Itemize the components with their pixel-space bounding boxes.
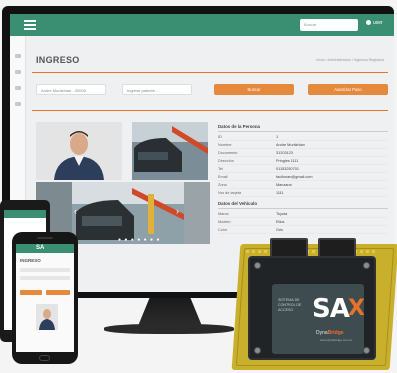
search-button: Buscar: [214, 84, 294, 95]
detail-row: Nro de tarjeta 1111: [218, 189, 388, 197]
detail-value: Etios: [276, 220, 285, 224]
phone-page-title: INGRESO: [20, 258, 41, 263]
detail-value: 01153250701: [276, 167, 299, 171]
monitor-base: [104, 324, 234, 334]
detail-value: 31203123: [276, 151, 293, 155]
carousel-next-image: [184, 182, 210, 244]
sidebar-icon: [15, 54, 21, 58]
sidebar-icon: [15, 86, 21, 90]
sax-logo: SA: [312, 294, 350, 324]
detail-value: Pringles 1111: [276, 159, 299, 163]
detail-value: 1: [276, 135, 279, 139]
detail-row: Nombre Andre Muritzhian: [218, 141, 388, 149]
breadcrumb: Inicio / Administración / Ingresos Regis…: [316, 58, 384, 62]
phone-person-photo: [36, 304, 58, 330]
detail-row: Zona Manzana: [218, 181, 388, 189]
detail-value: Andre Muritzhian: [276, 143, 305, 147]
detail-key: Dirección: [218, 159, 234, 163]
screw: [363, 347, 370, 354]
phone-field: [20, 276, 70, 280]
details-panel: Datos de la Persona ID 1 Nombre Andre Muri…: [218, 122, 388, 234]
product-photo: Buscar user INGRESO Inicio / Administrac…: [0, 0, 397, 373]
detail-row: Dirección Pringles 1111: [218, 157, 388, 165]
detail-key: Marca: [218, 212, 229, 216]
plate-input: Ingrese patente...: [122, 84, 192, 95]
detail-row: Email facifonan@gmail.com: [218, 173, 388, 181]
phone-field: [20, 268, 70, 272]
screw: [254, 347, 261, 354]
person-figure: [36, 304, 58, 330]
sidebar-icon: [15, 102, 21, 106]
detail-row: Marca Toyota: [218, 210, 388, 218]
detail-row: ID 1: [218, 133, 388, 141]
detail-key: Documento: [218, 151, 238, 155]
chevron-right-icon: ›: [176, 206, 179, 216]
divider: [32, 72, 388, 74]
label-line: ACCESO: [278, 308, 294, 312]
person-figure: [36, 122, 122, 180]
divider: [32, 110, 388, 112]
sax-logo-x: X: [348, 296, 364, 321]
detail-key: ID: [218, 135, 222, 139]
person-photo: [36, 122, 122, 180]
sidebar-icon: [15, 70, 21, 74]
detail-key: Color: [218, 228, 228, 232]
carousel-indicators: ● ● ● ● ● ● ●: [118, 237, 161, 243]
detail-value: Toyota: [276, 212, 288, 216]
phone-screen: SA INGRESO: [16, 244, 74, 352]
detail-key: Modelo: [218, 220, 231, 224]
detail-row: Modelo Etios: [218, 218, 388, 226]
detail-row: Tel 01153250701: [218, 165, 388, 173]
detail-value: Gris: [276, 228, 283, 232]
brand-suffix: Bridge: [327, 330, 344, 336]
detail-key: Tel: [218, 167, 223, 171]
detail-value: 1111: [276, 191, 284, 195]
brand-logo: DynaBridge: [316, 330, 344, 336]
detail-row: Documento 31203123: [218, 149, 388, 157]
detail-key: Email: [218, 175, 228, 179]
person-select: Andre Muritzhian - 00000: [36, 84, 106, 95]
vehicle-photo: [132, 122, 208, 180]
phone-authorize-button: [46, 290, 70, 295]
vehicle-figure: [132, 122, 208, 180]
detail-value: Manzana: [276, 183, 292, 187]
phone-device: SA INGRESO: [12, 232, 78, 364]
phone-speaker: [37, 237, 53, 239]
device-description: SISTEMA DE CONTROL DE ACCESO: [278, 298, 308, 313]
device-label: SISTEMA DE CONTROL DE ACCESO SA X DynaBr…: [272, 284, 364, 354]
brand-url: www.dynabridge.com.ar: [320, 338, 353, 342]
user-label: user: [373, 20, 383, 26]
terminal-pins: [246, 250, 376, 253]
page-title: INGRESO: [36, 55, 80, 65]
search-input: Buscar: [300, 19, 358, 31]
detail-key: Nro de tarjeta: [218, 191, 242, 195]
detail-value: facifonan@gmail.com: [276, 175, 313, 179]
vehicle-section-title: Datos del Vehículo: [218, 199, 388, 209]
chevron-left-icon: ‹: [74, 206, 77, 216]
user-icon: [366, 20, 371, 26]
carousel-image: [72, 182, 184, 244]
tablet-topbar: [4, 210, 46, 218]
detail-row: Color Gris: [218, 226, 388, 234]
detail-key: Nombre: [218, 143, 232, 147]
app-topbar: Buscar user: [10, 14, 394, 36]
screw: [363, 262, 370, 269]
user-menu: user: [366, 20, 383, 26]
person-section-title: Datos de la Persona: [218, 122, 388, 132]
phone-search-button: [20, 290, 42, 295]
authorize-button: Autorizar Paso: [308, 84, 388, 95]
phone-topbar: SA: [16, 244, 74, 253]
phone-logo: SA: [36, 245, 45, 251]
detail-key: Zona: [218, 183, 227, 187]
vehicle-figure: [72, 182, 184, 244]
menu-icon: [24, 20, 36, 30]
monitor-stand: [138, 298, 202, 326]
screw: [254, 262, 261, 269]
brand-prefix: Dyna: [316, 330, 328, 336]
phone-home-button: [39, 355, 50, 361]
